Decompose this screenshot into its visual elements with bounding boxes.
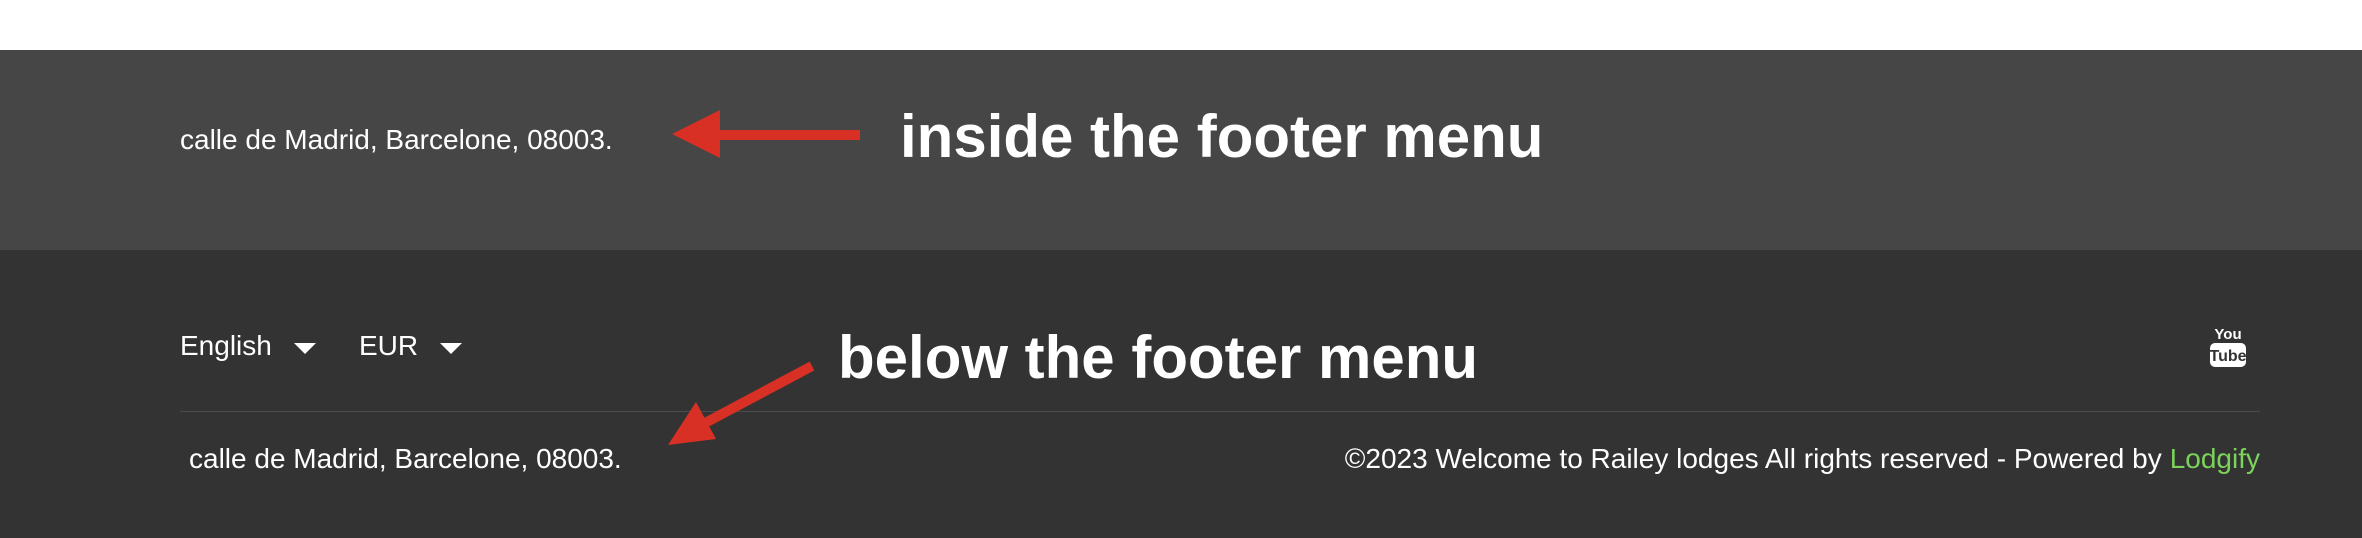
annotation-arrow-below-shaft <box>702 361 815 428</box>
annotation-arrows <box>668 110 860 445</box>
annotation-arrow-inside-head <box>672 110 720 158</box>
